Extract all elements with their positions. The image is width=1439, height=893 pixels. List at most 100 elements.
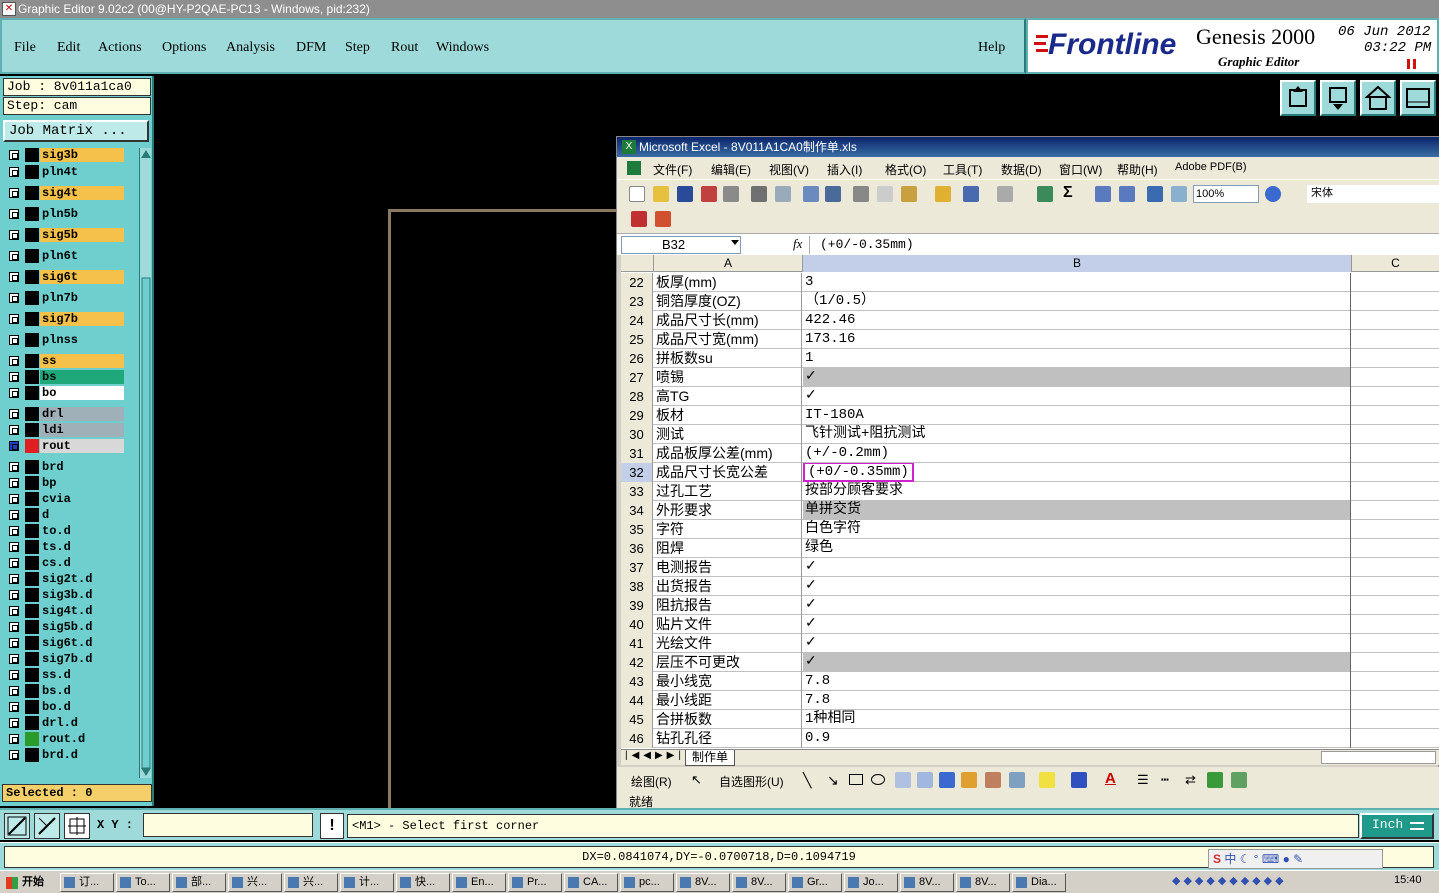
- layer-color-swatch[interactable]: [25, 228, 39, 242]
- layer-color-swatch[interactable]: [25, 312, 39, 326]
- layer-row-cvia[interactable]: cvia: [3, 492, 125, 506]
- cell-a[interactable]: 阻抗报告: [654, 596, 802, 615]
- research-icon[interactable]: [825, 186, 841, 202]
- layer-color-swatch[interactable]: [25, 508, 39, 522]
- layer-name[interactable]: plnss: [40, 333, 124, 347]
- snap-icon[interactable]: [34, 813, 60, 839]
- row-header[interactable]: 41: [621, 634, 653, 653]
- layer-row-ss[interactable]: ss: [3, 354, 125, 368]
- cell-a[interactable]: 光绘文件: [654, 634, 802, 653]
- cell-b[interactable]: 按部分顾客要求: [803, 482, 1351, 501]
- excel-menu-adobe-pdf[interactable]: Adobe PDF(B): [1175, 161, 1247, 173]
- layer-color-swatch[interactable]: [25, 270, 39, 284]
- excel-menu-data[interactable]: 数据(D): [1001, 161, 1042, 178]
- taskbar-item[interactable]: Gr...: [788, 873, 842, 892]
- layer-name[interactable]: d: [40, 508, 124, 522]
- grid-icon[interactable]: [64, 813, 90, 839]
- layer-color-swatch[interactable]: [25, 148, 39, 162]
- taskbar-item[interactable]: To...: [116, 873, 170, 892]
- layer-color-swatch[interactable]: [25, 700, 39, 714]
- layer-checkbox[interactable]: [9, 558, 19, 568]
- layer-row-pln6t[interactable]: pln6t: [3, 249, 125, 263]
- cell-b[interactable]: 1种相同: [803, 710, 1351, 729]
- column-header-c[interactable]: C: [1352, 255, 1439, 272]
- layer-checkbox[interactable]: [9, 574, 19, 584]
- taskbar-item[interactable]: pc...: [620, 873, 674, 892]
- sort-ascending-icon[interactable]: [1095, 186, 1111, 202]
- taskbar-item[interactable]: 快...: [396, 873, 450, 892]
- drawing-icon[interactable]: [1171, 186, 1187, 202]
- layer-name[interactable]: drl: [40, 407, 124, 421]
- layer-row-sig6t[interactable]: sig6t: [3, 270, 125, 284]
- cell-c[interactable]: [1352, 615, 1439, 634]
- row-header[interactable]: 31: [621, 444, 653, 463]
- layer-color-swatch[interactable]: [25, 556, 39, 570]
- start-button[interactable]: 开始: [2, 873, 50, 892]
- print-preview-icon[interactable]: [775, 186, 791, 202]
- fill-color-icon[interactable]: [1039, 772, 1055, 788]
- cell-b[interactable]: (+/-0.2mm): [803, 444, 1351, 463]
- xy-input[interactable]: [143, 813, 313, 837]
- layer-name[interactable]: bs.d: [40, 684, 124, 698]
- rectangle-tool-icon[interactable]: [849, 774, 863, 785]
- layer-checkbox[interactable]: [9, 388, 19, 398]
- cell-a[interactable]: 喷锡: [654, 368, 802, 387]
- layer-name[interactable]: sig6t.d: [40, 636, 124, 650]
- pause-icon[interactable]: [1406, 58, 1418, 69]
- cell-c[interactable]: [1352, 311, 1439, 330]
- cell-b[interactable]: 422.46: [803, 311, 1351, 330]
- help-icon[interactable]: [1265, 186, 1281, 202]
- layer-checkbox[interactable]: [9, 230, 19, 240]
- layer-checkbox[interactable]: [9, 670, 19, 680]
- layer-color-swatch[interactable]: [25, 476, 39, 490]
- layer-checkbox[interactable]: [9, 622, 19, 632]
- layer-checkbox[interactable]: [9, 293, 19, 303]
- layer-name[interactable]: ts.d: [40, 540, 124, 554]
- wordart-icon[interactable]: [939, 772, 955, 788]
- save-icon[interactable]: [677, 186, 693, 202]
- email-icon[interactable]: [723, 186, 739, 202]
- layer-name[interactable]: to.d: [40, 524, 124, 538]
- layer-checkbox[interactable]: [9, 356, 19, 366]
- units-button[interactable]: Inch: [1360, 813, 1434, 839]
- taskbar-item[interactable]: 兴...: [284, 873, 338, 892]
- layer-name[interactable]: sig3b.d: [40, 588, 124, 602]
- row-header[interactable]: 28: [621, 387, 653, 406]
- taskbar-item[interactable]: 计...: [340, 873, 394, 892]
- cell-a[interactable]: 板材: [654, 406, 802, 425]
- copy-icon[interactable]: [877, 186, 893, 202]
- row-header[interactable]: 26: [621, 349, 653, 368]
- layer-name[interactable]: brd: [40, 460, 124, 474]
- layer-row-sig6t-d[interactable]: sig6t.d: [3, 636, 125, 650]
- cell-b[interactable]: ✓: [803, 653, 1351, 672]
- autosum-icon[interactable]: Σ: [1063, 184, 1073, 202]
- layer-name[interactable]: drl.d: [40, 716, 124, 730]
- row-header[interactable]: 37: [621, 558, 653, 577]
- job-matrix-button[interactable]: Job Matrix ...: [3, 120, 149, 142]
- row-header[interactable]: 25: [621, 330, 653, 349]
- layer-row-sig3b-d[interactable]: sig3b.d: [3, 588, 125, 602]
- layer-list-scrollbar[interactable]: [139, 148, 151, 778]
- layer-name[interactable]: sig5b: [40, 228, 124, 242]
- cell-c[interactable]: [1352, 520, 1439, 539]
- cell-c[interactable]: [1352, 368, 1439, 387]
- undo-icon[interactable]: [963, 186, 979, 202]
- view-top-icon[interactable]: [1280, 80, 1316, 116]
- layer-row-drl[interactable]: drl: [3, 407, 125, 421]
- fx-icon[interactable]: fx: [793, 236, 802, 252]
- layer-color-swatch[interactable]: [25, 684, 39, 698]
- layer-checkbox[interactable]: [9, 606, 19, 616]
- view-bottom-icon[interactable]: [1320, 80, 1356, 116]
- layer-checkbox[interactable]: [9, 702, 19, 712]
- cell-c[interactable]: [1352, 634, 1439, 653]
- row-header[interactable]: 44: [621, 691, 653, 710]
- menu-options[interactable]: Options: [162, 40, 206, 56]
- ime-mode-icon[interactable]: 中 ☾ ° ⌨ ● ✎: [1224, 852, 1303, 866]
- cell-a[interactable]: 测试: [654, 425, 802, 444]
- cell-a[interactable]: 成品板厚公差(mm): [654, 444, 802, 463]
- layer-row-ldi[interactable]: ldi: [3, 423, 125, 437]
- system-tray-icons[interactable]: ◆◆◆◆◆◆◆◆◆◆: [1172, 874, 1362, 891]
- layer-checkbox[interactable]: [9, 478, 19, 488]
- layer-name[interactable]: sig5b.d: [40, 620, 124, 634]
- cell-b[interactable]: 飞针测试+阻抗测试: [803, 425, 1351, 444]
